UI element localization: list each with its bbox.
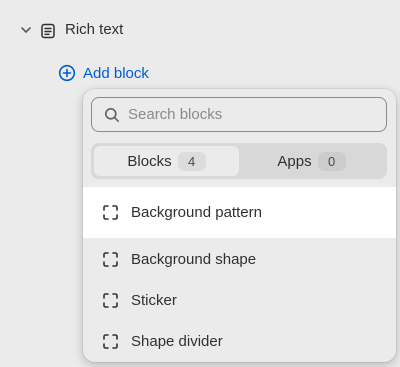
add-block-popover: Blocks 4 Apps 0 Background pattern Backg…	[83, 89, 396, 362]
text-block-icon	[41, 23, 55, 39]
block-frame-icon	[103, 293, 118, 308]
list-item-label: Background pattern	[131, 204, 262, 221]
search-field[interactable]	[91, 97, 387, 132]
tab-bar: Blocks 4 Apps 0	[91, 143, 387, 179]
search-input[interactable]	[128, 106, 368, 123]
block-list: Background pattern Background shape Stic…	[83, 187, 396, 362]
block-frame-icon	[103, 252, 118, 267]
tab-apps-count: 0	[317, 151, 346, 171]
list-item-sticker[interactable]: Sticker	[83, 280, 396, 321]
block-frame-icon	[103, 334, 118, 349]
list-item-shape-divider[interactable]: Shape divider	[83, 321, 396, 362]
tab-blocks[interactable]: Blocks 4	[94, 146, 239, 176]
list-item-background-pattern[interactable]: Background pattern	[83, 187, 396, 238]
list-item-label: Background shape	[131, 251, 257, 268]
tab-blocks-label: Blocks	[127, 152, 172, 170]
plus-circle-icon	[58, 64, 76, 82]
search-icon	[105, 107, 119, 122]
block-frame-icon	[103, 205, 118, 220]
tab-blocks-count: 4	[177, 151, 206, 171]
add-block-label: Add block	[83, 64, 149, 82]
add-block-button[interactable]: Add block	[58, 62, 149, 84]
list-item-label: Sticker	[131, 292, 177, 309]
chevron-down-icon[interactable]	[19, 23, 33, 37]
section-label: Rich text	[65, 21, 124, 38]
tab-apps[interactable]: Apps 0	[239, 146, 384, 176]
list-item-background-shape[interactable]: Background shape	[83, 239, 396, 280]
tab-apps-label: Apps	[277, 152, 312, 170]
list-item-label: Shape divider	[131, 333, 223, 350]
